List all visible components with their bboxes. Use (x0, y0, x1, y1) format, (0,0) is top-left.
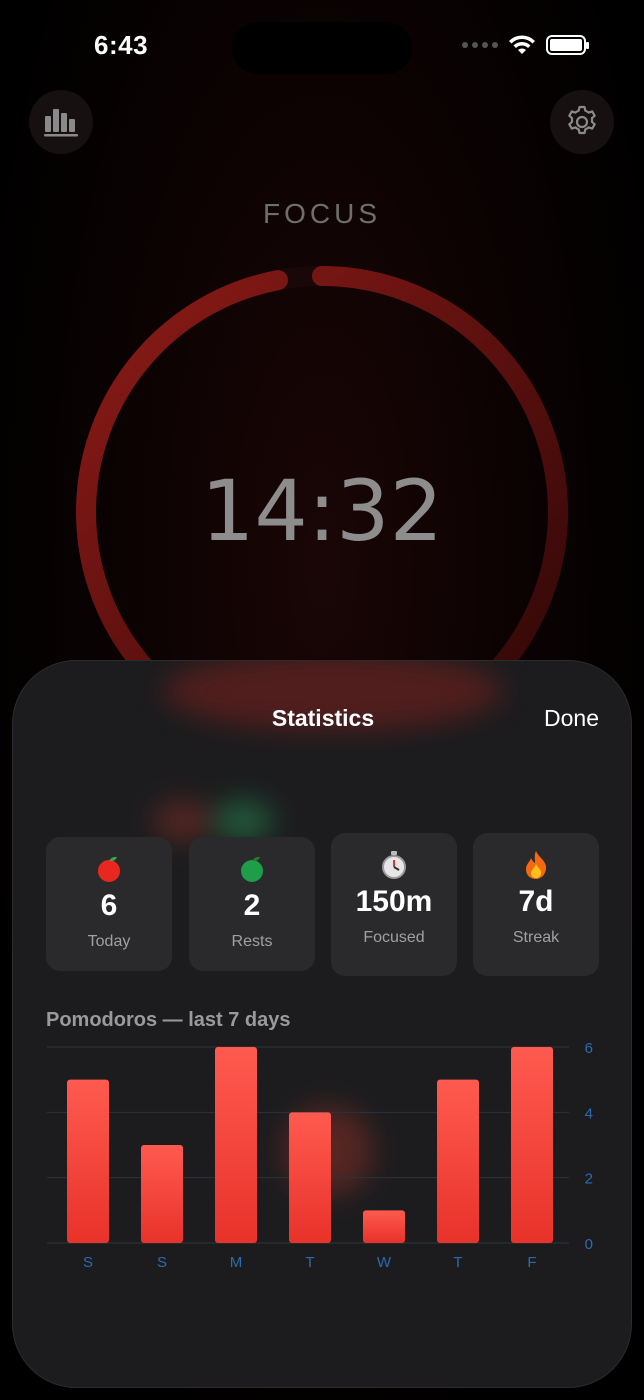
status-indicators (462, 34, 589, 56)
battery-icon (546, 35, 589, 55)
cellular-signal-icon (462, 42, 498, 48)
chart-bar (67, 1079, 109, 1243)
y-tick-label: 6 (585, 1040, 593, 1057)
status-time: 6:43 (94, 30, 149, 60)
statistics-button[interactable] (29, 90, 93, 154)
y-tick-label: 0 (585, 1236, 593, 1253)
chart-bar (363, 1210, 405, 1243)
x-tick-label: W (377, 1254, 392, 1271)
timer-countdown: 14:32 (200, 462, 444, 560)
x-tick-label: T (453, 1254, 462, 1271)
y-tick-label: 2 (585, 1171, 593, 1188)
x-tick-label: F (527, 1254, 536, 1271)
bar-chart-icon (44, 109, 78, 137)
x-tick-label: T (305, 1254, 314, 1271)
chart-bar (141, 1145, 183, 1243)
app-screen: 6:43 FOCUS 14:32 Statistics Done 6 Today… (0, 0, 644, 1400)
statistics-sheet: Statistics Done 6 Today 2 Rests 150m Foc… (12, 660, 632, 1388)
gear-icon (568, 105, 596, 135)
y-tick-label: 4 (585, 1105, 593, 1122)
chart-bar (511, 1047, 553, 1243)
wifi-icon (509, 35, 535, 54)
x-tick-label: S (157, 1254, 167, 1271)
dynamic-island (232, 22, 412, 74)
chart-bar (289, 1112, 331, 1243)
x-tick-label: M (230, 1254, 243, 1271)
pomodoro-bar-chart: 0 2 4 6 S S M T W T F (47, 1040, 593, 1271)
chart-bar (437, 1079, 479, 1243)
settings-button[interactable] (550, 90, 614, 154)
timer-mode-label: FOCUS (263, 198, 381, 229)
x-tick-label: S (83, 1254, 93, 1271)
chart-bar (215, 1047, 257, 1243)
